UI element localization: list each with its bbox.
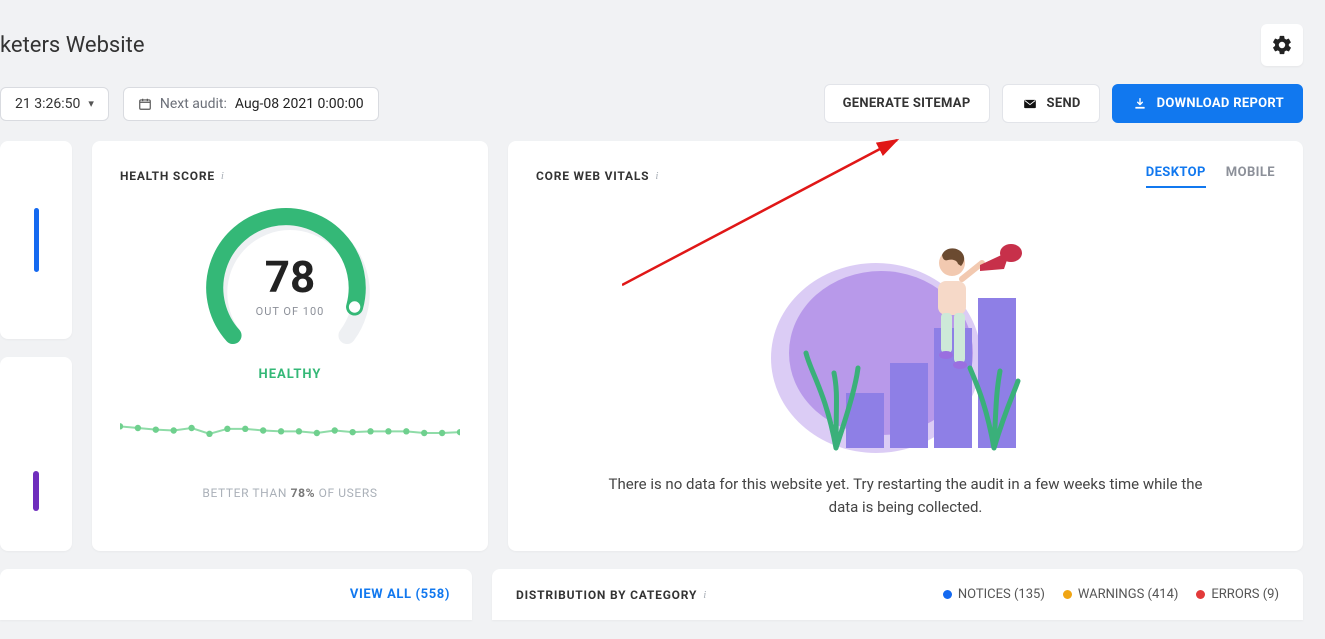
- distribution-title: DISTRIBUTION BY CATEGORY: [516, 588, 697, 602]
- generate-sitemap-button[interactable]: GENERATE SITEMAP: [824, 84, 990, 123]
- page-title: keters Website: [0, 33, 145, 58]
- info-icon[interactable]: i: [703, 589, 707, 601]
- health-score-title: HEALTH SCORE: [120, 169, 215, 183]
- health-score-value: 78: [195, 251, 385, 303]
- health-gauge: 78 OUT OF 100: [195, 193, 385, 363]
- next-audit-value: Aug-08 2021 0:00:00: [235, 96, 364, 112]
- health-sparkline: [120, 408, 460, 458]
- generate-sitemap-label: GENERATE SITEMAP: [843, 96, 971, 111]
- sidebar-card-b: [0, 357, 72, 551]
- send-label: SEND: [1047, 96, 1081, 111]
- core-web-vitals-title: CORE WEB VITALS: [536, 169, 649, 183]
- empty-state-illustration: [536, 193, 1275, 463]
- settings-button[interactable]: [1261, 24, 1303, 66]
- distribution-card: DISTRIBUTION BY CATEGORY i NOTICES (135)…: [492, 569, 1303, 620]
- legend-notices: NOTICES (135): [943, 587, 1045, 602]
- core-web-vitals-card: CORE WEB VITALS i DESKTOP MOBILE: [508, 141, 1303, 551]
- next-audit-chip[interactable]: Next audit: Aug-08 2021 0:00:00: [123, 87, 379, 121]
- tab-mobile[interactable]: MOBILE: [1226, 165, 1275, 188]
- info-icon[interactable]: i: [221, 170, 225, 182]
- gear-icon: [1271, 34, 1293, 56]
- download-report-label: DOWNLOAD REPORT: [1157, 96, 1284, 111]
- bar-chart-sliver-blue: [34, 208, 39, 272]
- send-button[interactable]: SEND: [1002, 84, 1100, 123]
- vitals-empty-message: There is no data for this website yet. T…: [536, 473, 1275, 518]
- legend-errors: ERRORS (9): [1196, 587, 1279, 602]
- bar-chart-sliver-purple: [33, 471, 39, 511]
- health-score-outof: OUT OF 100: [195, 305, 385, 318]
- download-icon: [1131, 97, 1149, 111]
- info-icon[interactable]: i: [655, 170, 659, 182]
- calendar-icon: [138, 97, 152, 111]
- sidebar-card-a: [0, 141, 72, 339]
- next-audit-label: Next audit:: [160, 96, 227, 112]
- date-dropdown-value: 21 3:26:50: [15, 96, 80, 112]
- download-report-button[interactable]: DOWNLOAD REPORT: [1112, 84, 1303, 123]
- health-score-card: HEALTH SCORE i 78 OUT OF 100 HEALTHY BET…: [92, 141, 488, 551]
- mail-icon: [1021, 97, 1039, 111]
- better-than-text: BETTER THAN 78% OF USERS: [120, 486, 460, 500]
- legend-warnings: WARNINGS (414): [1063, 587, 1179, 602]
- chevron-down-icon: ▾: [88, 97, 94, 110]
- tab-desktop[interactable]: DESKTOP: [1146, 165, 1206, 188]
- view-all-link[interactable]: VIEW ALL (558): [0, 569, 472, 620]
- date-dropdown[interactable]: 21 3:26:50 ▾: [0, 87, 109, 121]
